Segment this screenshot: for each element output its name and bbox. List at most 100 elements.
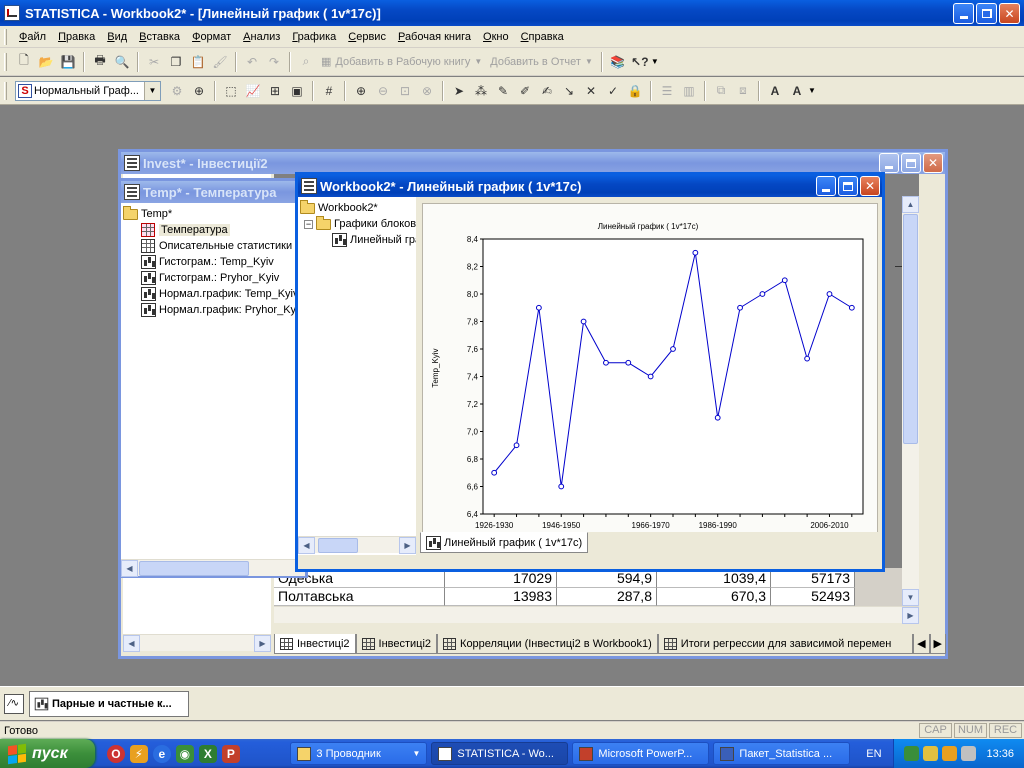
zoom-graph-button[interactable]: ⊕ — [189, 81, 209, 101]
group-1-button[interactable]: ⧉ — [711, 81, 731, 101]
cut-button[interactable]: ✂ — [144, 52, 164, 72]
language-indicator[interactable]: EN — [854, 748, 893, 760]
grid-cell-region[interactable]: Полтавська — [274, 588, 445, 606]
scroll-right-icon[interactable]: ▶ — [399, 536, 416, 554]
grid-button[interactable]: # — [319, 81, 339, 101]
scroll-thumb[interactable] — [139, 560, 249, 576]
scroll-up-icon[interactable]: ▲ — [902, 196, 919, 213]
align-1-button[interactable]: ☰ — [657, 81, 677, 101]
print-button[interactable]: 🖶 — [90, 52, 110, 72]
draw-tool-3-button[interactable]: ✍ — [537, 81, 557, 101]
grid-cell-value[interactable]: 52493 — [771, 588, 855, 606]
media-icon[interactable]: ◉ — [175, 744, 194, 763]
statistica-app-icon[interactable] — [4, 5, 20, 21]
graph-tab[interactable]: Линейный график ( 1v*17c) — [420, 532, 589, 553]
redo-button[interactable]: ↷ — [264, 52, 284, 72]
menu-format[interactable]: Формат — [186, 31, 237, 43]
draw-tool-4-button[interactable]: ↘ — [559, 81, 579, 101]
temp-window[interactable]: Temp* - Температура Temp* Температура Оп… — [118, 178, 308, 578]
graph-tool-4-button[interactable]: ▣ — [287, 81, 307, 101]
graph-options-button[interactable]: ⚙ — [167, 81, 187, 101]
menu-view[interactable]: Вид — [101, 31, 133, 43]
pointer-tool-button[interactable]: ➤ — [449, 81, 469, 101]
data-point[interactable] — [848, 304, 855, 311]
scroll-left-icon[interactable]: ◀ — [298, 536, 315, 554]
scroll-down-icon[interactable]: ▼ — [902, 589, 919, 606]
winamp-tray-icon[interactable] — [942, 746, 958, 761]
data-point[interactable] — [714, 414, 721, 421]
sheet-tab[interactable]: Інвестиці2 — [355, 634, 438, 654]
scroll-right-icon[interactable]: ▶ — [902, 606, 919, 624]
chart-canvas[interactable]: Линейный график ( 1v*17c) Temp_Kyiv 6,4 6… — [422, 203, 878, 542]
invest-close-button[interactable]: ✕ — [923, 153, 943, 173]
zoom-out-button[interactable]: ⊖ — [373, 81, 393, 101]
data-point[interactable] — [804, 355, 811, 362]
scroll-left-icon[interactable]: ◀ — [121, 559, 138, 577]
graph-type-select[interactable]: S Нормальный Граф... ▼ — [15, 80, 161, 101]
task-statistica[interactable]: STATISTICA - Wo... — [431, 742, 569, 765]
grid-cell-value[interactable]: 287,8 — [557, 588, 657, 606]
menu-help[interactable]: Справка — [515, 31, 570, 43]
save-button[interactable]: 💾 — [58, 52, 78, 72]
grid-cell-value[interactable]: 13983 — [445, 588, 557, 606]
print-preview-button[interactable]: 🔍 — [112, 52, 132, 72]
menu-window[interactable]: Окно — [477, 31, 515, 43]
data-point[interactable] — [737, 304, 743, 311]
app-minimize-button[interactable] — [953, 3, 974, 24]
menu-analysis[interactable]: Анализ — [237, 31, 286, 43]
zoom-reset-button[interactable]: ⊗ — [417, 81, 437, 101]
scroll-left-icon[interactable]: ◀ — [123, 634, 140, 652]
scroll-thumb[interactable] — [318, 537, 358, 553]
task-powerpoint[interactable]: Microsoft PowerP... — [572, 742, 710, 765]
workbook2-tree[interactable]: Workbook2* − Графики блоков Линейный граф… — [298, 197, 416, 555]
sheet-tab[interactable]: Інвестиці2 — [274, 634, 356, 654]
data-point[interactable] — [647, 373, 654, 380]
data-point[interactable] — [692, 249, 699, 256]
app-restore-button[interactable] — [976, 3, 997, 24]
invest-vertical-scrollbar[interactable]: ▲ ▼ — [902, 196, 919, 606]
dropdown-arrow-icon[interactable]: ▼ — [808, 86, 816, 95]
draw-tool-2-button[interactable]: ✐ — [515, 81, 535, 101]
zoom-area-button[interactable]: ⊡ — [395, 81, 415, 101]
draw-tool-5-button[interactable]: ✕ — [581, 81, 601, 101]
brush-tool-button[interactable]: ⁂ — [471, 81, 491, 101]
scroll-thumb[interactable] — [903, 214, 918, 444]
temp-title-bar[interactable]: Temp* - Температура — [121, 181, 305, 203]
books-button[interactable]: 📚 — [608, 52, 628, 72]
tree-item-temperature[interactable]: Температура — [123, 222, 305, 238]
zoom-in-button[interactable]: ⊕ — [351, 81, 371, 101]
add-to-report-button[interactable]: Добавить в Отчет ▼ — [486, 56, 597, 68]
workbook2-minimize-button[interactable] — [816, 176, 836, 196]
grid-cell-value[interactable]: 670,3 — [657, 588, 771, 606]
font-size-down-button[interactable]: A — [787, 81, 807, 101]
workbook2-maximize-button[interactable] — [838, 176, 858, 196]
scroll-right-icon[interactable]: ▶ — [254, 634, 271, 652]
context-help-button[interactable]: ↖? — [630, 52, 650, 72]
format-painter-button[interactable]: 🖌 — [210, 52, 230, 72]
data-point[interactable] — [826, 291, 833, 297]
opera-icon[interactable]: O — [106, 744, 125, 763]
align-2-button[interactable]: ▥ — [679, 81, 699, 101]
task-word-document[interactable]: Пакет_Statistica ... — [713, 742, 851, 765]
draw-tool-6-button[interactable]: ✓ — [603, 81, 623, 101]
powerpoint-icon[interactable]: P — [221, 744, 240, 763]
tree-item-histogram-temp[interactable]: Гистограм.: Temp_Kyiv — [123, 254, 305, 270]
tab-scroll-left-button[interactable]: ◀ — [913, 634, 930, 654]
winamp-icon[interactable]: ⚡ — [129, 744, 148, 763]
graph-window-icon[interactable]: ⁄∿ — [4, 693, 24, 714]
menu-insert[interactable]: Вставка — [133, 31, 186, 43]
workbook2-close-button[interactable]: ✕ — [860, 176, 880, 196]
data-point[interactable] — [670, 346, 676, 352]
workbook2-window[interactable]: Workbook2* - Линейный график ( 1v*17c) ✕… — [295, 172, 885, 572]
menu-graphics[interactable]: Графика — [286, 31, 342, 43]
toolbar-grip[interactable] — [4, 52, 7, 71]
data-point[interactable] — [535, 304, 542, 311]
tree-folder-block-graphs[interactable]: − Графики блоков — [300, 215, 416, 232]
chevron-down-icon[interactable]: ▼ — [144, 81, 160, 100]
workbook2-title-bar[interactable]: Workbook2* - Линейный график ( 1v*17c) ✕ — [298, 175, 882, 197]
data-point[interactable] — [580, 318, 587, 325]
network-icon[interactable] — [904, 746, 920, 761]
volume-icon[interactable] — [961, 746, 977, 761]
sheet-tab[interactable]: Итоги регрессии для зависимой перемен — [657, 634, 914, 654]
tree-item-line-graph[interactable]: Линейный график ( 1v*17c) — [300, 232, 416, 248]
